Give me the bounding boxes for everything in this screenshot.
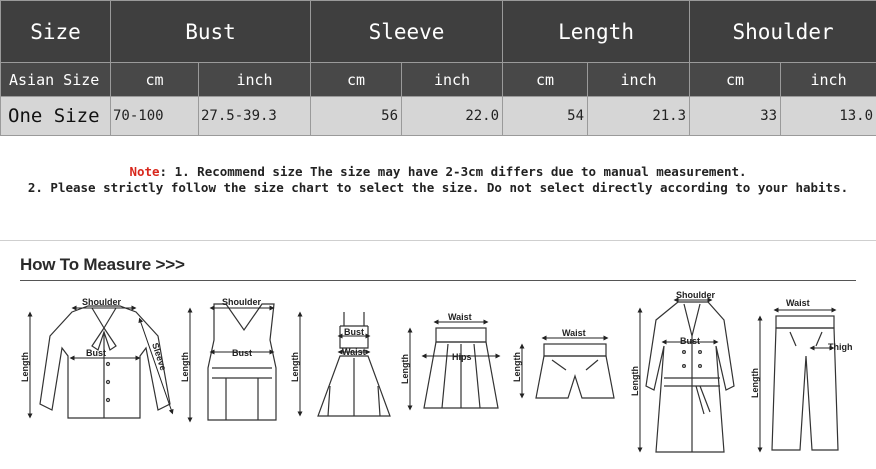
unit-cell: cm [310,62,403,97]
note-line-1: Note: 1. Recommend size The size may hav… [0,164,876,180]
unit-cell: inch [587,62,691,97]
unit-cell: inch [401,62,504,97]
table-row: One Size 70-100 27.5-39.3 56 22.0 54 21.… [0,96,876,136]
label-waist: Waist [786,298,810,308]
unit-cell: cm [502,62,589,97]
units-row-label: Asian Size [0,62,111,97]
label-waist: Waist [448,312,472,322]
note-label: Note [129,164,160,179]
value-cell: 22.0 [401,96,504,136]
header-length: Length [502,0,691,63]
measure-figures: Shoulder Bust Length Sleeve Shoulder Bus… [0,286,876,466]
label-shoulder: Shoulder [222,297,261,307]
label-bust: Bust [232,348,252,358]
note-line-2: 2. Please strictly follow the size chart… [27,180,849,195]
trench-coat-figure [645,301,735,453]
header-sleeve: Sleeve [310,0,504,63]
label-shoulder: Shoulder [82,297,121,307]
table-units-row: Asian Size cm inch cm inch cm inch cm in… [0,62,876,97]
unit-cell: inch [197,62,312,97]
header-size: Size [0,0,111,63]
label-length: Length [180,352,190,382]
value-cell: 33 [689,96,782,136]
label-length: Length [20,352,30,382]
row-size-label: One Size [0,96,111,136]
label-length: Length [630,366,640,396]
unit-cell: cm [110,62,199,97]
label-length: Length [290,352,300,382]
value-cell: 70-100 [110,96,199,136]
value-cell: 27.5-39.3 [197,96,312,136]
header-bust: Bust [109,0,312,63]
skirt-figure [423,327,499,409]
label-bust: Bust [680,336,700,346]
measure-title: How To Measure >>> [20,255,185,274]
label-waist: Waist [342,347,366,357]
vneck-top-figure [207,303,277,421]
table-header-row: Size Bust Sleeve Length Shoulder [0,0,876,63]
note-text-1: : 1. Recommend size The size may have 2-… [159,164,747,179]
section-divider [0,240,876,241]
label-hips: Hips [452,352,472,362]
label-waist: Waist [562,328,586,338]
value-cell: 54 [502,96,589,136]
value-cell: 21.3 [587,96,691,136]
value-cell: 56 [310,96,403,136]
label-length: Length [750,368,760,398]
unit-cell: inch [780,62,876,97]
trousers-figure [771,315,839,451]
header-shoulder: Shoulder [689,0,876,63]
unit-cell: cm [689,62,782,97]
size-note: Note: 1. Recommend size The size may hav… [0,164,876,196]
measure-illustrations: Shoulder Bust Length Sleeve Shoulder Bus… [20,290,853,453]
label-bust: Bust [86,348,106,358]
blouse-figure [39,305,171,419]
label-shoulder: Shoulder [676,290,715,300]
title-rule [20,280,856,281]
label-thigh: Thigh [828,342,853,352]
label-length: Length [400,354,410,384]
shorts-figure [535,343,615,399]
label-length: Length [512,352,522,382]
label-bust: Bust [344,327,364,337]
value-cell: 13.0 [780,96,876,136]
size-chart-table: Size Bust Sleeve Length Shoulder Asian S… [0,0,876,136]
